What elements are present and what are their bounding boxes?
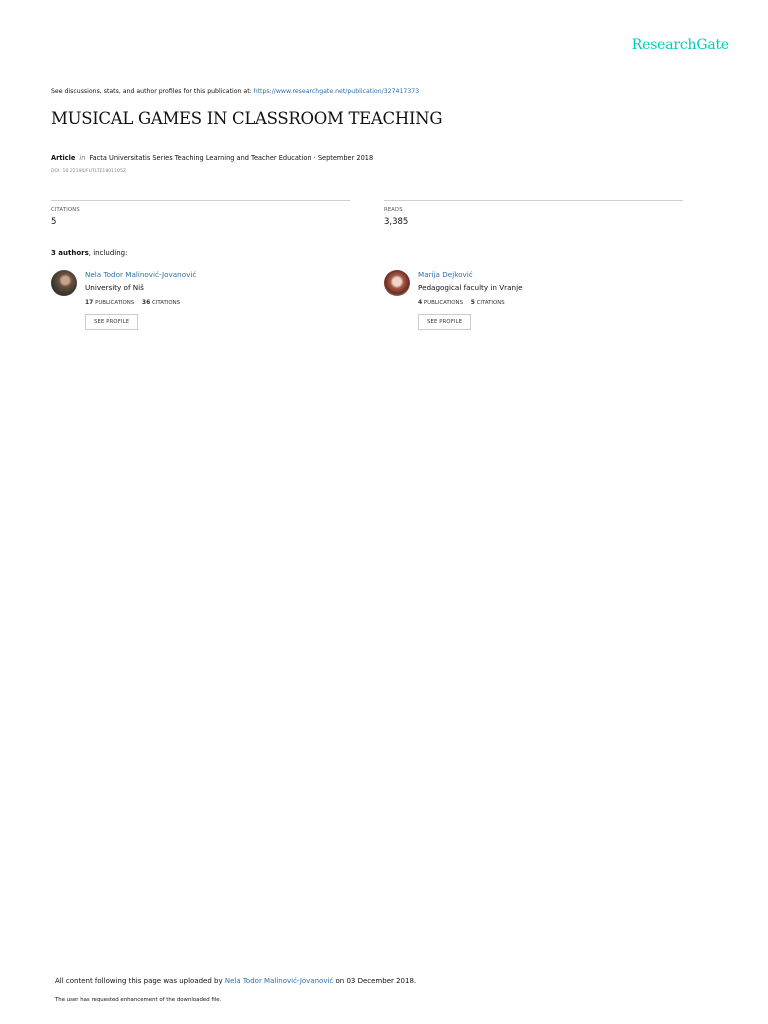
reads-value: 3,385 bbox=[384, 217, 409, 227]
author-info: Nela Todor Malinović-Jovanović Universit… bbox=[85, 270, 196, 330]
enhancement-note: The user has requested enhancement of th… bbox=[55, 997, 222, 1003]
uploaded-note: All content following this page was uplo… bbox=[55, 977, 416, 985]
author-citations-label: CITATIONS bbox=[476, 300, 505, 306]
author-citations-label: CITATIONS bbox=[151, 300, 181, 306]
author-avatar[interactable] bbox=[51, 270, 77, 296]
discussion-note: See discussions, stats, and author profi… bbox=[51, 88, 419, 95]
see-profile-button[interactable]: SEE PROFILE bbox=[85, 314, 139, 330]
author-name-link[interactable]: Nela Todor Malinović-Jovanović bbox=[85, 270, 196, 279]
publication-type: Article bbox=[51, 154, 76, 162]
see-profile-button[interactable]: SEE PROFILE bbox=[418, 314, 472, 330]
authors-count: 3 authors bbox=[51, 249, 89, 257]
author-publications-label: PUBLICATIONS bbox=[423, 300, 464, 306]
reads-label: READS bbox=[384, 207, 403, 213]
author-institution: University of Niš bbox=[85, 283, 144, 292]
uploaded-prefix: All content following this page was uplo… bbox=[55, 977, 225, 985]
uploaded-suffix: on 03 December 2018. bbox=[333, 977, 417, 985]
publication-meta: Article in Facta Universitatis Series Teac… bbox=[51, 154, 373, 162]
author-stats: 17 PUBLICATIONS 36 CITATIONS bbox=[85, 299, 196, 306]
author-citations-count: 5 bbox=[470, 299, 475, 306]
publication-doi: DOI: 10.22190/FUTLTE1801105Z bbox=[51, 169, 127, 174]
citations-label: CITATIONS bbox=[51, 207, 80, 213]
discussion-note-text: See discussions, stats, and author profi… bbox=[51, 88, 254, 95]
citations-stat: CITATIONS 5 bbox=[51, 200, 350, 227]
researchgate-logo[interactable]: ResearchGate bbox=[632, 37, 729, 53]
author-citations-count: 36 bbox=[141, 299, 151, 306]
author-publications-count: 17 bbox=[85, 299, 94, 306]
author-info: Marija Dejković Pedagogical faculty in V… bbox=[418, 270, 523, 330]
in-label: in bbox=[79, 154, 86, 162]
author-publications-count: 4 bbox=[418, 299, 423, 306]
authors-heading: 3 authors, including: bbox=[51, 249, 127, 257]
authors-suffix: , including: bbox=[88, 249, 128, 257]
journal-and-date: Facta Universitatis Series Teaching Lear… bbox=[89, 154, 374, 162]
author-name-link[interactable]: Marija Dejković bbox=[418, 270, 523, 279]
author-stats: 4 PUBLICATIONS 5 CITATIONS bbox=[418, 299, 523, 306]
publication-url-link[interactable]: https://www.researchgate.net/publication… bbox=[254, 88, 419, 95]
author-publications-label: PUBLICATIONS bbox=[95, 300, 135, 306]
author-avatar[interactable] bbox=[384, 270, 410, 296]
reads-stat: READS 3,385 bbox=[384, 200, 683, 227]
publication-title: MUSICAL GAMES IN CLASSROOM TEACHING bbox=[51, 109, 443, 128]
uploader-name-link[interactable]: Nela Todor Malinović-Jovanović bbox=[225, 977, 333, 985]
citations-value: 5 bbox=[51, 217, 57, 227]
author-institution: Pedagogical faculty in Vranje bbox=[418, 283, 523, 292]
